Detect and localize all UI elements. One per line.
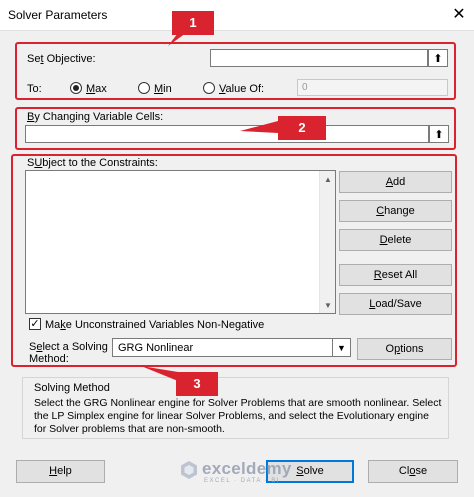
- callout-2-pointer: [240, 121, 278, 133]
- callout-2: 2: [278, 116, 326, 140]
- callout-pointers: [141, 33, 278, 381]
- callout-3: 3: [176, 372, 218, 396]
- callout-3-pointer: [141, 366, 178, 381]
- callout-1: 1: [172, 11, 214, 35]
